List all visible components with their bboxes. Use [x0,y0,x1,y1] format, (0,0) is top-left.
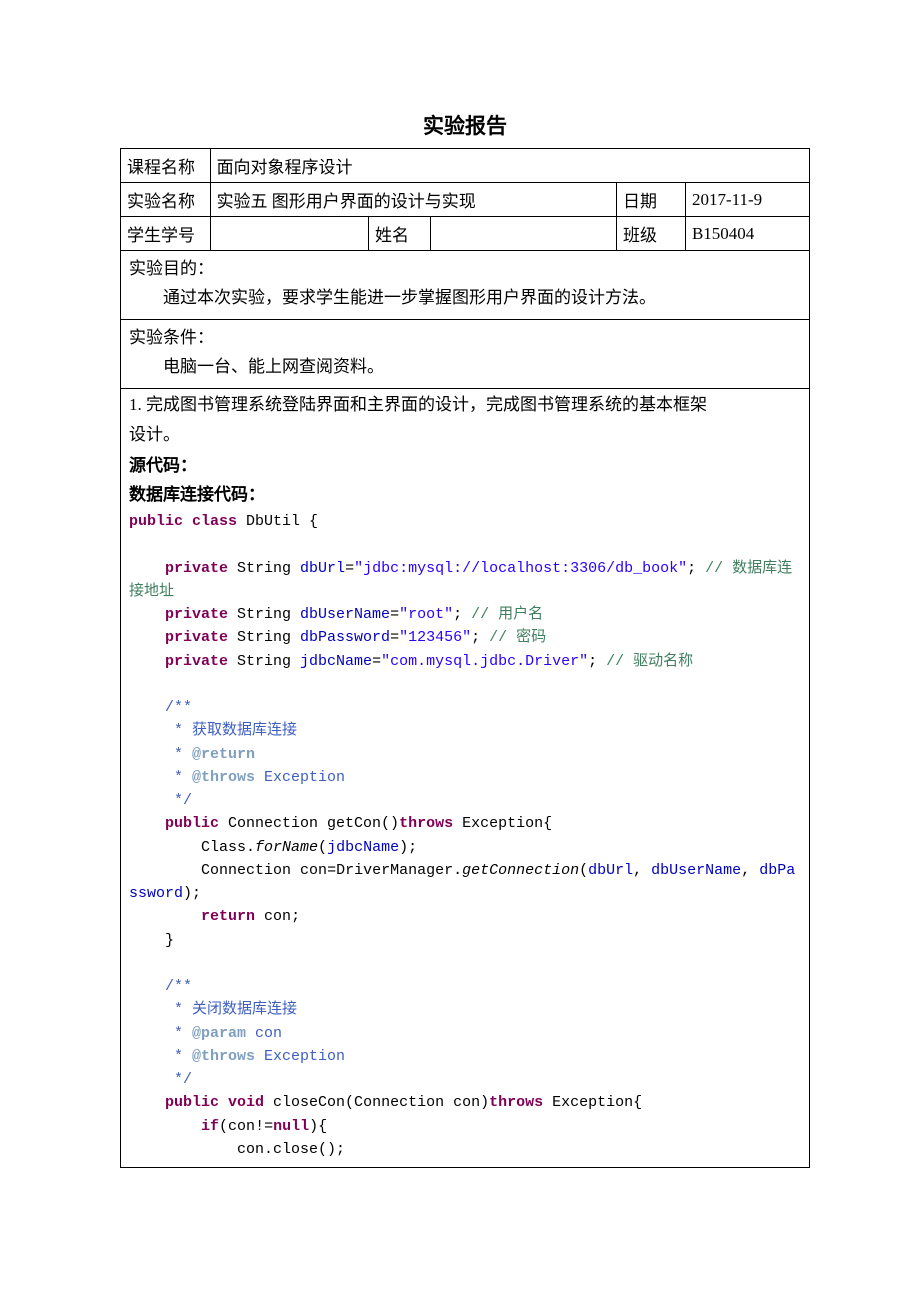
name-value [431,217,617,251]
source-label: 源代码： [129,452,801,481]
sid-value [210,217,368,251]
purpose-heading: 实验目的： [129,255,801,284]
info-table: 课程名称 面向对象程序设计 实验名称 实验五 图形用户界面的设计与实现 日期 2… [120,148,810,251]
document-page: 实验报告 课程名称 面向对象程序设计 实验名称 实验五 图形用户界面的设计与实现… [0,0,920,1302]
db-label: 数据库连接代码： [129,481,801,510]
purpose-section: 实验目的： 通过本次实验，要求学生能进一步掌握图形用户界面的设计方法。 [120,251,810,320]
purpose-body: 通过本次实验，要求学生能进一步掌握图形用户界面的设计方法。 [129,284,801,313]
name-label: 姓名 [369,217,431,251]
exp-label: 实验名称 [121,183,211,217]
page-title: 实验报告 [120,110,810,140]
task-line1: 1. 完成图书管理系统登陆界面和主界面的设计，完成图书管理系统的基本框架 [129,391,801,420]
class-label: 班级 [617,217,686,251]
content-section: 1. 完成图书管理系统登陆界面和主界面的设计，完成图书管理系统的基本框架 设计。… [120,389,810,1169]
table-row: 实验名称 实验五 图形用户界面的设计与实现 日期 2017-11-9 [121,183,810,217]
sid-label: 学生学号 [121,217,211,251]
table-row: 课程名称 面向对象程序设计 [121,149,810,183]
course-value: 面向对象程序设计 [210,149,809,183]
course-label: 课程名称 [121,149,211,183]
task-line2: 设计。 [129,421,801,450]
class-value: B150404 [685,217,809,251]
conditions-section: 实验条件： 电脑一台、能上网查阅资料。 [120,320,810,389]
date-value: 2017-11-9 [685,183,809,217]
date-label: 日期 [617,183,686,217]
table-row: 学生学号 姓名 班级 B150404 [121,217,810,251]
exp-value: 实验五 图形用户界面的设计与实现 [210,183,616,217]
conditions-body: 电脑一台、能上网查阅资料。 [129,353,801,382]
conditions-heading: 实验条件： [129,324,801,353]
code-listing: public class DbUtil { private String dbU… [129,510,801,1161]
